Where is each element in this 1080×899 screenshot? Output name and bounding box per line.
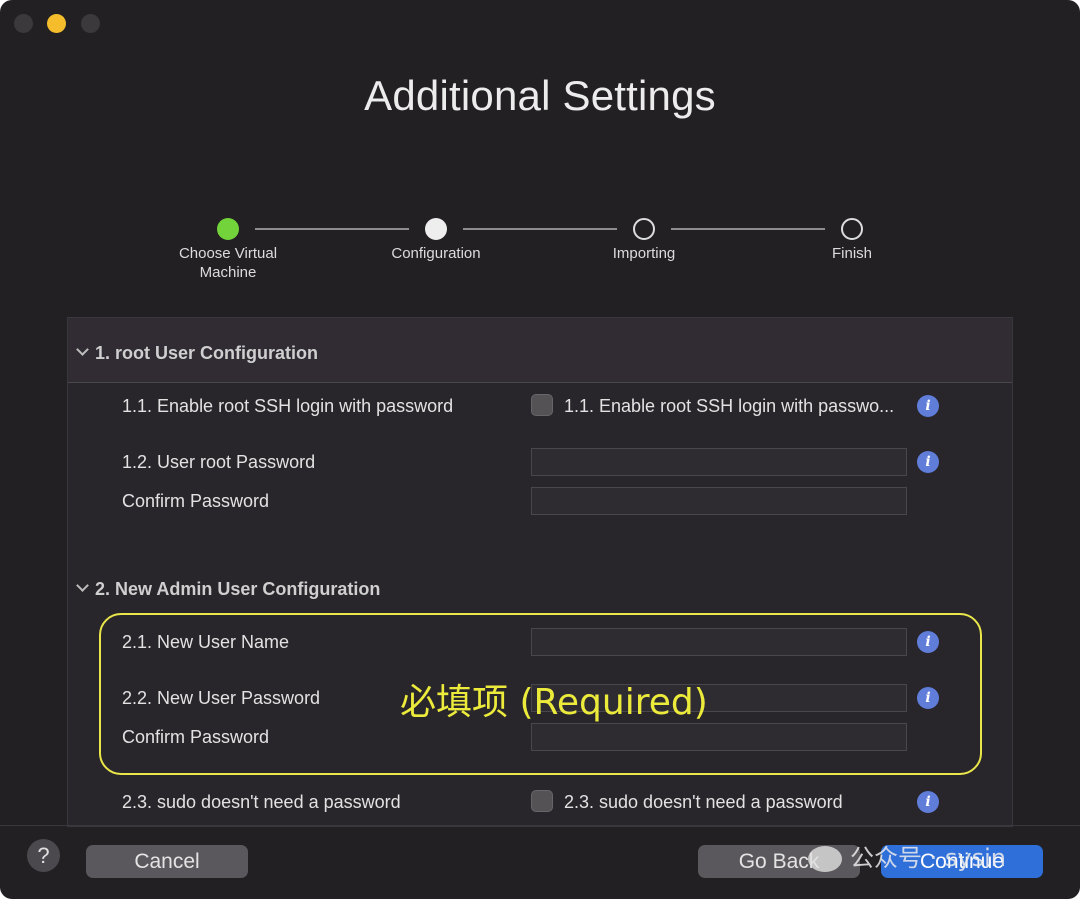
step-connector <box>671 228 825 230</box>
section-1-header[interactable]: 1. root User Configuration <box>68 318 1012 382</box>
page-title: Additional Settings <box>364 72 716 119</box>
ssh-login-label: 1.1. Enable root SSH login with password <box>122 396 454 416</box>
info-icon[interactable]: i <box>917 451 939 473</box>
required-note: 必填项 (Required) <box>400 682 708 723</box>
step-2-dot <box>425 218 447 240</box>
chat-bubble-icon <box>808 846 842 872</box>
window-zoom-button[interactable] <box>81 14 100 33</box>
watermark: 公众号 · sysin <box>808 838 1006 873</box>
step-4-label: Finish <box>831 245 872 262</box>
section-divider <box>68 382 1012 383</box>
step-1-dot <box>217 218 239 240</box>
info-icon[interactable]: i <box>917 791 939 813</box>
ssh-login-checkbox[interactable] <box>531 394 553 416</box>
step-1-label: Choose Virtual Machine <box>178 245 278 281</box>
step-connector <box>255 228 409 230</box>
sudo-nopasswd-label: 2.3. sudo doesn't need a password <box>122 792 401 812</box>
sudo-nopasswd-checkbox[interactable] <box>531 790 553 812</box>
sudo-nopasswd-checkbox-label[interactable]: 2.3. sudo doesn't need a password <box>564 792 843 813</box>
help-button[interactable]: ? <box>27 839 60 872</box>
section-2-title[interactable]: 2. New Admin User Configuration <box>95 579 380 600</box>
chevron-down-icon[interactable] <box>76 343 89 356</box>
step-3-label: Importing <box>612 245 676 262</box>
step-connector <box>463 228 617 230</box>
ssh-login-checkbox-label[interactable]: 1.1. Enable root SSH login with passwo..… <box>564 396 894 417</box>
root-password-field[interactable] <box>531 448 907 476</box>
cancel-button[interactable]: Cancel <box>86 845 248 878</box>
info-icon[interactable]: i <box>917 395 939 417</box>
root-confirm-password-field[interactable] <box>531 487 907 515</box>
window-minimize-button[interactable] <box>47 14 66 33</box>
root-confirm-password-label: Confirm Password <box>122 491 270 511</box>
footer-divider <box>0 825 1080 826</box>
root-password-label: 1.2. User root Password <box>122 452 316 472</box>
step-4-dot <box>841 218 863 240</box>
step-3-dot <box>633 218 655 240</box>
section-1-title: 1. root User Configuration <box>95 343 319 363</box>
watermark-text: 公众号 · sysin <box>850 844 1006 872</box>
step-2-label: Configuration <box>391 245 481 262</box>
import-wizard-window: Additional Settings Choose Virtual Machi… <box>0 0 1080 899</box>
chevron-down-icon[interactable] <box>76 579 89 592</box>
window-close-button[interactable] <box>14 14 33 33</box>
